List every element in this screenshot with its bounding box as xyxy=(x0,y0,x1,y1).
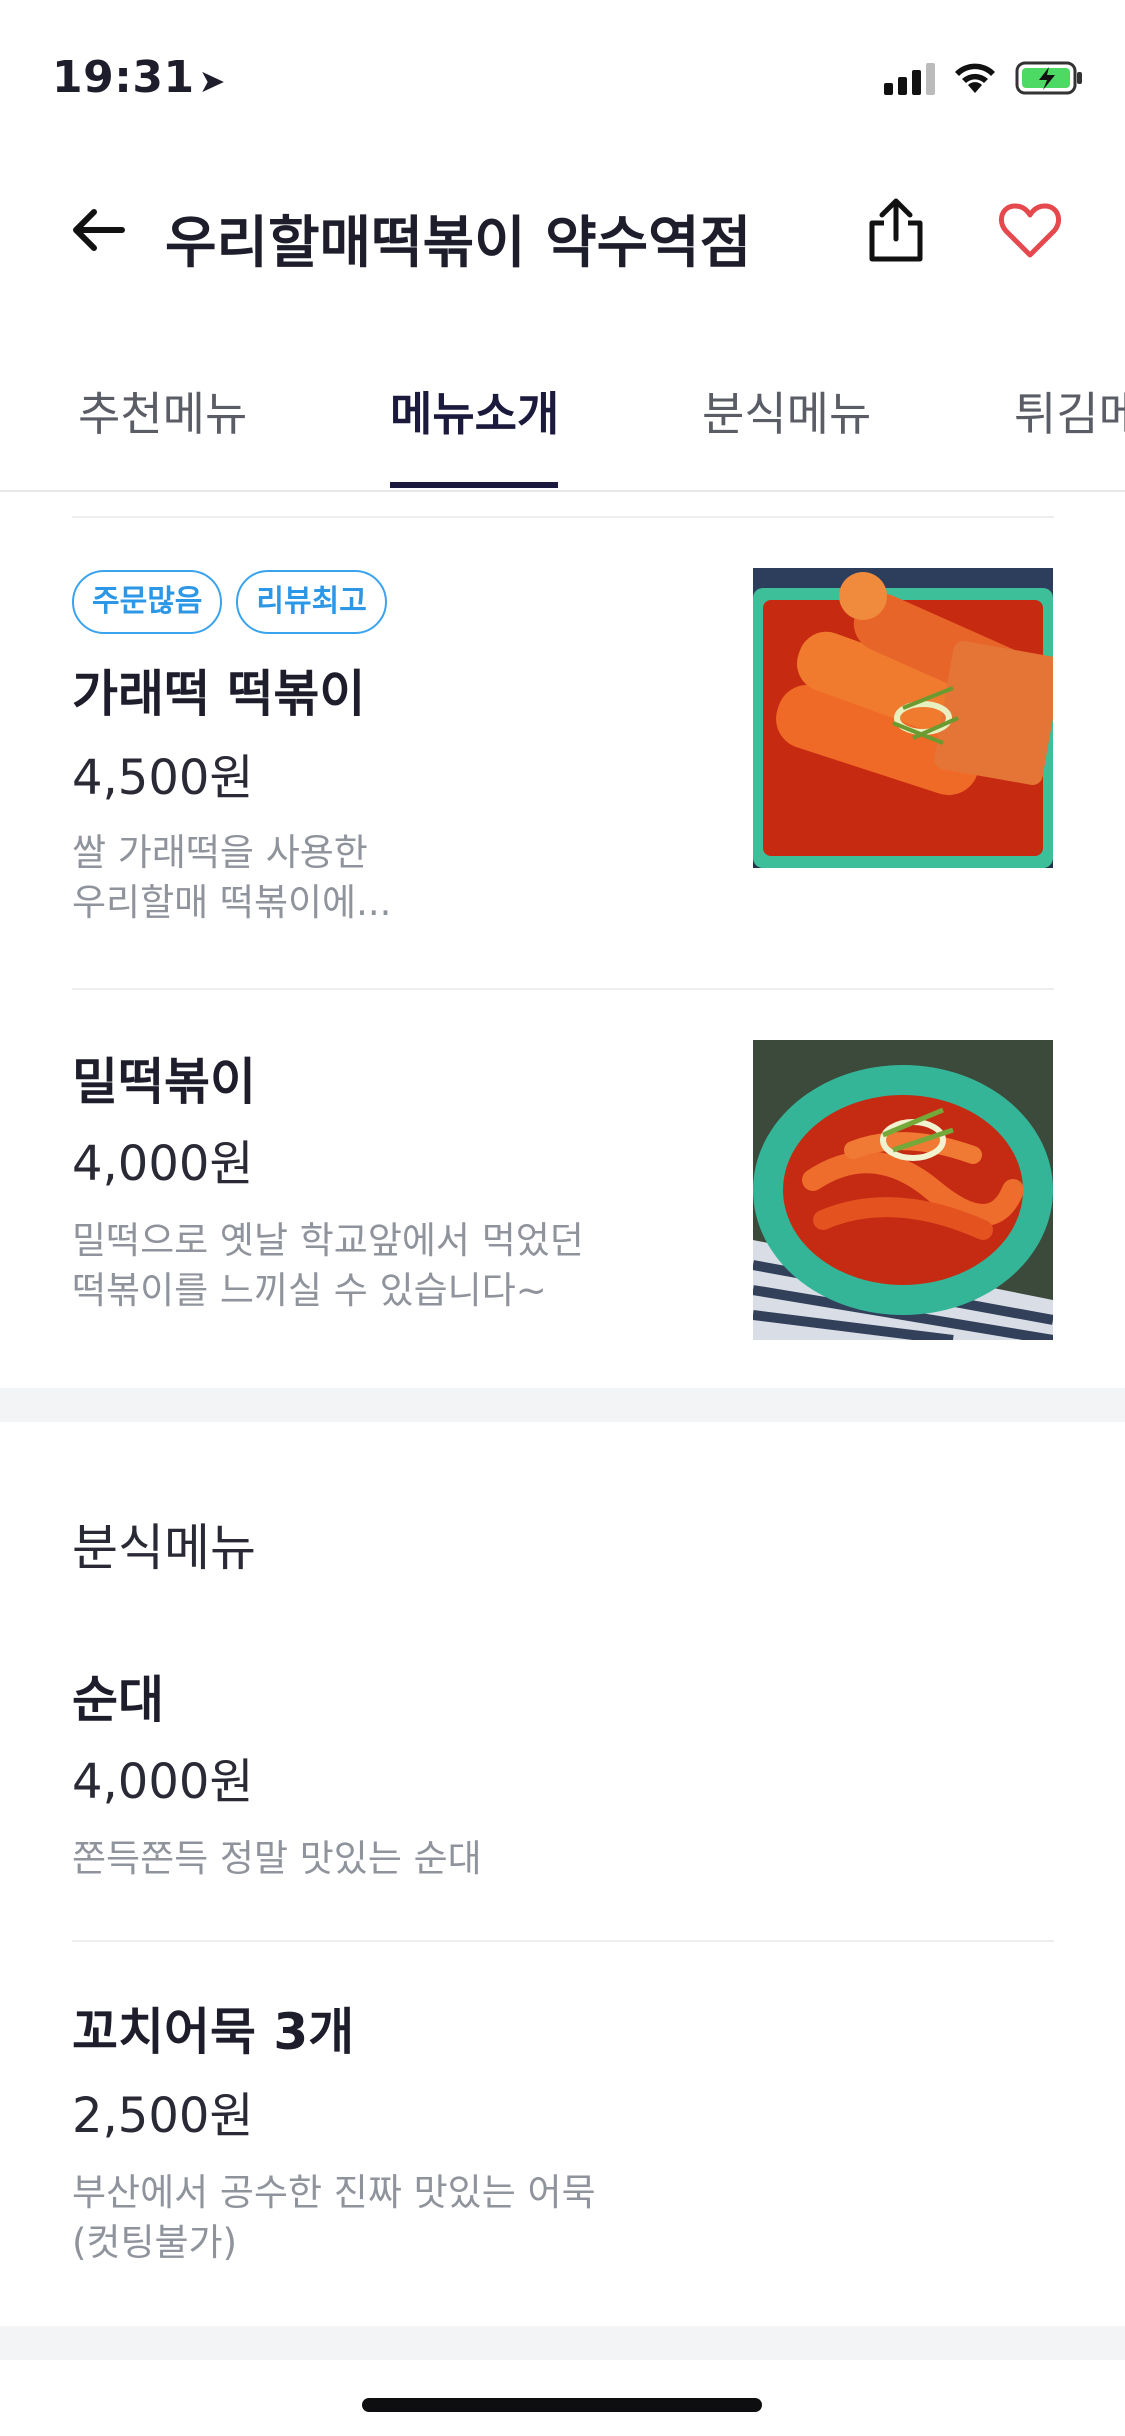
badge-top-review: 리뷰최고 xyxy=(236,570,387,634)
item-name: 가래떡 떡볶이 xyxy=(72,665,366,723)
status-time-text: 19:31 xyxy=(52,52,195,103)
item-price: 4,000원 xyxy=(72,1754,254,1810)
tab-snack-menu[interactable]: 분식메뉴 xyxy=(702,378,871,444)
heart-outline-icon xyxy=(998,203,1062,258)
item-price: 2,500원 xyxy=(72,2088,254,2144)
category-tabs: 추천메뉴 메뉴소개 분식메뉴 튀김메 xyxy=(0,320,1125,492)
item-desc-line1: 밀떡으로 옛날 학교앞에서 먹었던 xyxy=(72,1219,584,1262)
header: 우리할매떡볶이 약수역점 xyxy=(0,150,1125,320)
food-photo xyxy=(753,1040,1053,1340)
menu-item[interactable]: 주문많음 리뷰최고 가래떡 떡볶이 4,500원 쌀 가래떡을 사용한 우리할매… xyxy=(0,518,1125,988)
tab-menu-intro[interactable]: 메뉴소개 xyxy=(390,378,559,444)
favorite-button[interactable] xyxy=(990,190,1070,270)
section-title: 분식메뉴 xyxy=(72,1519,256,1577)
item-desc-line1: 부산에서 공수한 진짜 맛있는 어묵 xyxy=(72,2171,596,2214)
item-desc-line2: (컷팅불가) xyxy=(72,2221,238,2264)
item-name: 밀떡볶이 xyxy=(72,1053,256,1111)
badge-group: 주문많음 리뷰최고 xyxy=(72,570,387,634)
back-button[interactable] xyxy=(58,190,138,270)
arrow-left-icon xyxy=(73,209,125,251)
item-price: 4,000원 xyxy=(72,1136,254,1192)
item-name: 꼬치어묵 3개 xyxy=(72,2003,355,2061)
wifi-icon xyxy=(955,63,995,93)
item-price: 4,500원 xyxy=(72,750,254,806)
share-button[interactable] xyxy=(856,186,936,276)
section-separator xyxy=(0,1388,1125,1422)
menu-item[interactable]: 꼬치어묵 3개 2,500원 부산에서 공수한 진짜 맛있는 어묵 (컷팅불가) xyxy=(0,1942,1125,2324)
home-indicator[interactable] xyxy=(362,2398,762,2412)
item-desc-line1: 쫀득쫀득 정말 맛있는 순대 xyxy=(72,1837,482,1880)
menu-item[interactable]: 밀떡볶이 4,000원 밀떡으로 옛날 학교앞에서 먹었던 떡볶이를 느끼실 수… xyxy=(0,990,1125,1388)
item-desc-line2: 우리할매 떡볶이에... xyxy=(72,881,392,924)
cellular-signal-icon xyxy=(884,61,935,95)
tab-fried-menu[interactable]: 튀김메 xyxy=(1014,378,1125,444)
active-tab-indicator xyxy=(390,482,558,488)
battery-charging-icon xyxy=(1015,61,1082,95)
share-icon xyxy=(869,198,923,262)
status-bar: 19:31 ➤ xyxy=(0,0,1125,150)
item-desc-line2: 떡볶이를 느끼실 수 있습니다~ xyxy=(72,1269,547,1312)
food-photo xyxy=(753,568,1053,868)
tab-recommended[interactable]: 추천메뉴 xyxy=(78,378,247,444)
section-separator xyxy=(0,2326,1125,2360)
menu-item[interactable]: 순대 4,000원 쫀득쫀득 정말 맛있는 순대 xyxy=(0,1612,1125,1942)
badge-popular: 주문많음 xyxy=(72,570,223,634)
status-time: 19:31 ➤ xyxy=(52,52,226,103)
status-icons xyxy=(884,56,1085,100)
item-name: 순대 xyxy=(72,1671,164,1729)
item-desc-line1: 쌀 가래떡을 사용한 xyxy=(72,831,368,874)
page-title: 우리할매떡볶이 약수역점 xyxy=(165,211,752,276)
location-arrow-icon: ➤ xyxy=(198,62,226,100)
